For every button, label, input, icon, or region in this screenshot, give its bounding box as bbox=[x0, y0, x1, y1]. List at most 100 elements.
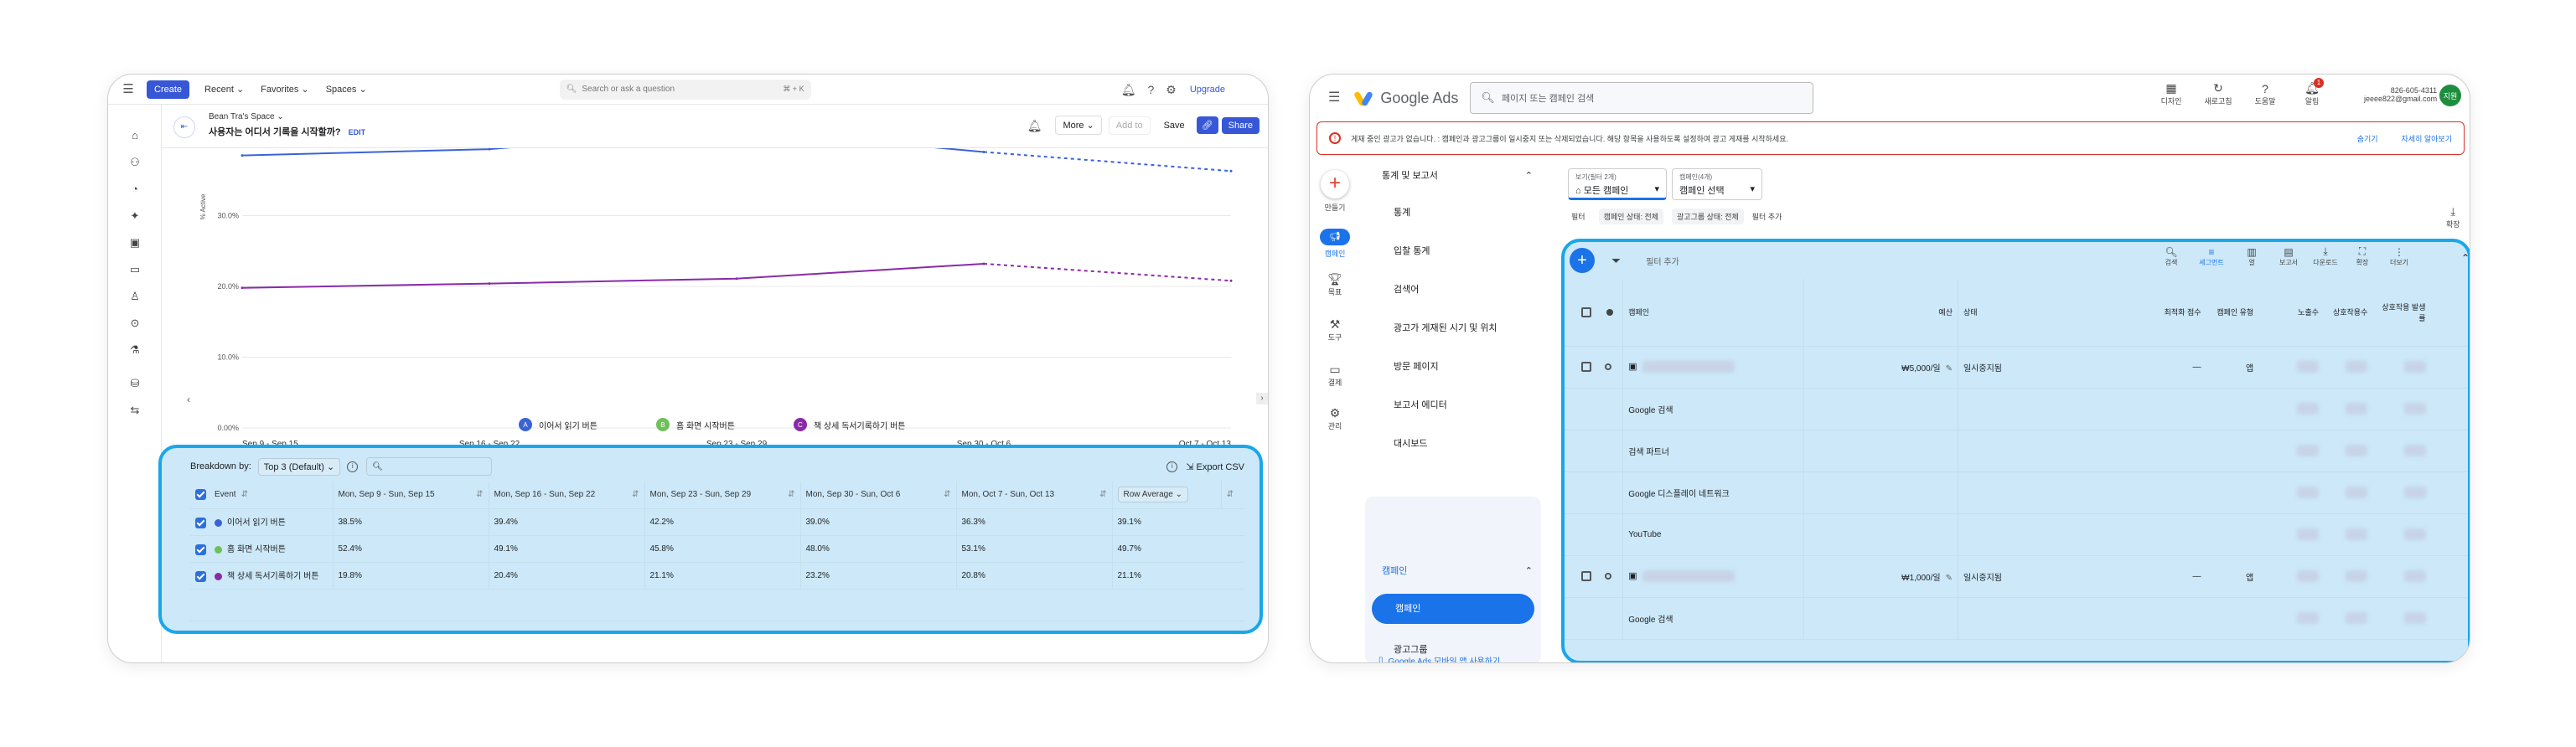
lab-icon[interactable]: ⚗ bbox=[125, 339, 145, 359]
col-header[interactable]: 캠페인 유형 bbox=[2206, 279, 2259, 347]
spaces-menu[interactable]: Spaces ⌄ bbox=[326, 84, 367, 95]
data-point[interactable] bbox=[982, 262, 985, 265]
add-filter-placeholder[interactable]: 필터 추가 bbox=[1646, 255, 1679, 267]
filter-chip[interactable]: 캠페인 상태: 전체 bbox=[1598, 209, 1664, 224]
series-line-projected[interactable] bbox=[983, 262, 1232, 282]
menu-item-report[interactable]: 광고가 게재된 시기 및 위치 bbox=[1394, 321, 1497, 334]
users-icon[interactable]: ♙ bbox=[125, 286, 145, 306]
col-header[interactable]: 캠페인 bbox=[1622, 279, 1805, 347]
col-header-row-average[interactable]: Row Average ⌄ bbox=[1112, 482, 1222, 509]
filter-chip[interactable]: 광고그룹 상태: 전체 bbox=[1672, 209, 1744, 224]
nav-create[interactable]: + 만들기 bbox=[1310, 170, 1360, 213]
menu-icon[interactable]: ☰ bbox=[1328, 91, 1340, 105]
filter-icon[interactable]: ⏷ bbox=[1611, 254, 1621, 268]
gear-icon[interactable]: ⚙ bbox=[1166, 84, 1177, 95]
col-header-week[interactable]: Mon, Sep 9 - Sun, Sep 15 ⇵ bbox=[333, 482, 489, 509]
edit-link[interactable]: EDIT bbox=[349, 128, 366, 137]
nav-goals[interactable]: 🏆︎ 목표 bbox=[1310, 272, 1360, 297]
share-button[interactable]: Share bbox=[1221, 116, 1260, 134]
sort-icon[interactable]: ⇵ bbox=[1221, 482, 1244, 509]
col-header[interactable]: 상호작용 발생률 bbox=[2372, 279, 2431, 347]
add-to-button[interactable]: Add to bbox=[1108, 116, 1151, 135]
view-selector[interactable]: 보기(필터 2개) ⌂ 모든 캠페인 ▾ bbox=[1568, 168, 1667, 200]
home-icon[interactable]: ⌂ bbox=[125, 125, 145, 145]
expand-button[interactable]: ⤓ 확장 bbox=[2446, 205, 2460, 229]
help-button[interactable]: ? 도움말 bbox=[2242, 82, 2289, 106]
col-header-event[interactable]: Event ⇵ bbox=[190, 482, 334, 509]
notifications-button[interactable]: 🔔︎ 알림 1 bbox=[2289, 78, 2335, 106]
table-tool-button[interactable]: ⤓ 다운로드 bbox=[2307, 245, 2344, 267]
hide-alert-link[interactable]: 숨기기 bbox=[2357, 133, 2378, 144]
create-button[interactable]: Create bbox=[147, 80, 190, 99]
edit-budget-icon[interactable]: ✎ bbox=[1946, 574, 1953, 583]
row-checkbox[interactable] bbox=[1581, 362, 1591, 372]
data-point[interactable] bbox=[488, 148, 491, 151]
row-checkbox[interactable] bbox=[1581, 571, 1591, 581]
menu-item-report[interactable]: 검색어 bbox=[1394, 282, 1419, 296]
breakdown-select[interactable]: Top 3 (Default) ⌄ bbox=[257, 457, 341, 476]
menu-item-report[interactable]: 통계 bbox=[1394, 205, 1410, 219]
col-header[interactable]: 상태 bbox=[1958, 279, 2105, 347]
series-line[interactable] bbox=[241, 148, 985, 157]
refresh-button[interactable]: ↻ 새로고침 bbox=[2195, 81, 2242, 106]
chart-scroll-left[interactable]: ‹ bbox=[187, 394, 190, 404]
legend-item[interactable]: C 책 상세 독서기록하기 버튼 bbox=[793, 418, 905, 431]
legend-item[interactable]: B 홈 화면 시작버튼 bbox=[655, 418, 735, 431]
col-header[interactable]: 노출수 bbox=[2258, 279, 2325, 347]
table-tool-button[interactable]: ≡ 세그먼트 bbox=[2190, 246, 2233, 267]
monitor-icon[interactable]: ▭ bbox=[125, 259, 145, 279]
link-icon[interactable]: 🔗︎ bbox=[1196, 116, 1218, 134]
col-header[interactable]: 최적화 점수 bbox=[2104, 279, 2206, 347]
search-bar[interactable]: 🔍︎ Search or ask a question ⌘ + K bbox=[559, 79, 811, 100]
image-icon[interactable]: ▣ bbox=[125, 232, 145, 252]
sort-icon[interactable]: ⇵ bbox=[632, 490, 639, 499]
nav-campaigns[interactable]: 📢︎ 캠페인 bbox=[1310, 229, 1360, 259]
data-point[interactable] bbox=[488, 282, 491, 286]
export-csv-button[interactable]: ⇲ Export CSV bbox=[1186, 461, 1244, 472]
spark-icon[interactable]: ✦ bbox=[125, 205, 145, 225]
data-point[interactable] bbox=[1229, 169, 1233, 173]
menu-item-report[interactable]: 입찰 통계 bbox=[1394, 244, 1430, 257]
recent-menu[interactable]: Recent ⌄ bbox=[204, 84, 244, 95]
col-header[interactable]: 평균 비용 bbox=[2430, 279, 2468, 347]
table-tool-button[interactable]: ⛶ 확장 bbox=[2344, 245, 2381, 267]
chevron-up-icon[interactable]: ⌃ bbox=[1525, 170, 1533, 181]
favorites-menu[interactable]: Favorites ⌄ bbox=[261, 84, 309, 95]
select-all-checkbox[interactable] bbox=[195, 489, 206, 501]
chart-scroll-right[interactable]: › bbox=[1256, 393, 1268, 404]
row-average-select[interactable]: Row Average ⌄ bbox=[1117, 487, 1188, 503]
database-icon[interactable]: ⛁ bbox=[125, 373, 145, 393]
menu-item-campaigns-active[interactable]: 캠페인 bbox=[1372, 594, 1534, 624]
data-point[interactable] bbox=[982, 150, 985, 153]
table-tool-button[interactable]: 🔍︎ 검색 bbox=[2153, 246, 2190, 267]
sort-icon[interactable]: ⇵ bbox=[788, 490, 794, 499]
boards-icon[interactable]: ⚇ bbox=[125, 152, 145, 172]
ads-search-bar[interactable]: 🔍︎ 페이지 또는 캠페인 검색 bbox=[1470, 82, 1814, 114]
select-all-checkbox[interactable] bbox=[1581, 307, 1591, 317]
data-point[interactable] bbox=[241, 286, 244, 290]
save-button[interactable]: Save bbox=[1157, 117, 1192, 134]
filter-chip[interactable]: 필터 추가 bbox=[1752, 211, 1782, 222]
info-icon[interactable]: i bbox=[1166, 461, 1178, 472]
data-point[interactable] bbox=[241, 154, 244, 157]
breakdown-search[interactable]: 🔍︎ bbox=[366, 457, 493, 476]
legend-item[interactable]: A 이어서 읽기 버튼 bbox=[519, 418, 597, 431]
collapse-sidebar-button[interactable]: ⇤ bbox=[173, 116, 195, 138]
series-line-projected[interactable] bbox=[983, 151, 1232, 173]
col-header-week[interactable]: Mon, Sep 23 - Sun, Sep 29 ⇵ bbox=[644, 482, 801, 509]
bell-icon[interactable]: 🔔︎ bbox=[1027, 120, 1042, 131]
insights-icon[interactable]: ◔ bbox=[125, 178, 145, 198]
nav-billing[interactable]: ▭ 결제 bbox=[1310, 363, 1360, 388]
col-header-week[interactable]: Mon, Oct 7 - Sun, Oct 13 ⇵ bbox=[956, 482, 1113, 509]
collapse-icon[interactable]: ⌃ bbox=[2461, 252, 2468, 264]
add-campaign-button[interactable]: + bbox=[1570, 248, 1595, 273]
campaign-name-redacted[interactable] bbox=[1642, 361, 1735, 374]
table-tool-button[interactable]: ▤ 보고서 bbox=[2270, 246, 2307, 267]
avatar[interactable]: 지원 bbox=[2439, 85, 2461, 106]
mobile-app-link[interactable]: ▯ Google Ads 모바일 앱 사용하기 bbox=[1379, 654, 1500, 662]
report-title[interactable]: 사용자는 어디서 기록을 시작할까? bbox=[209, 127, 341, 137]
learn-more-link[interactable]: 자세히 알아보기 bbox=[2402, 133, 2452, 144]
col-header[interactable]: 예산 bbox=[1803, 279, 1958, 347]
sort-icon[interactable]: ⇵ bbox=[944, 490, 950, 499]
menu-item-report[interactable]: 방문 페이지 bbox=[1394, 359, 1439, 373]
